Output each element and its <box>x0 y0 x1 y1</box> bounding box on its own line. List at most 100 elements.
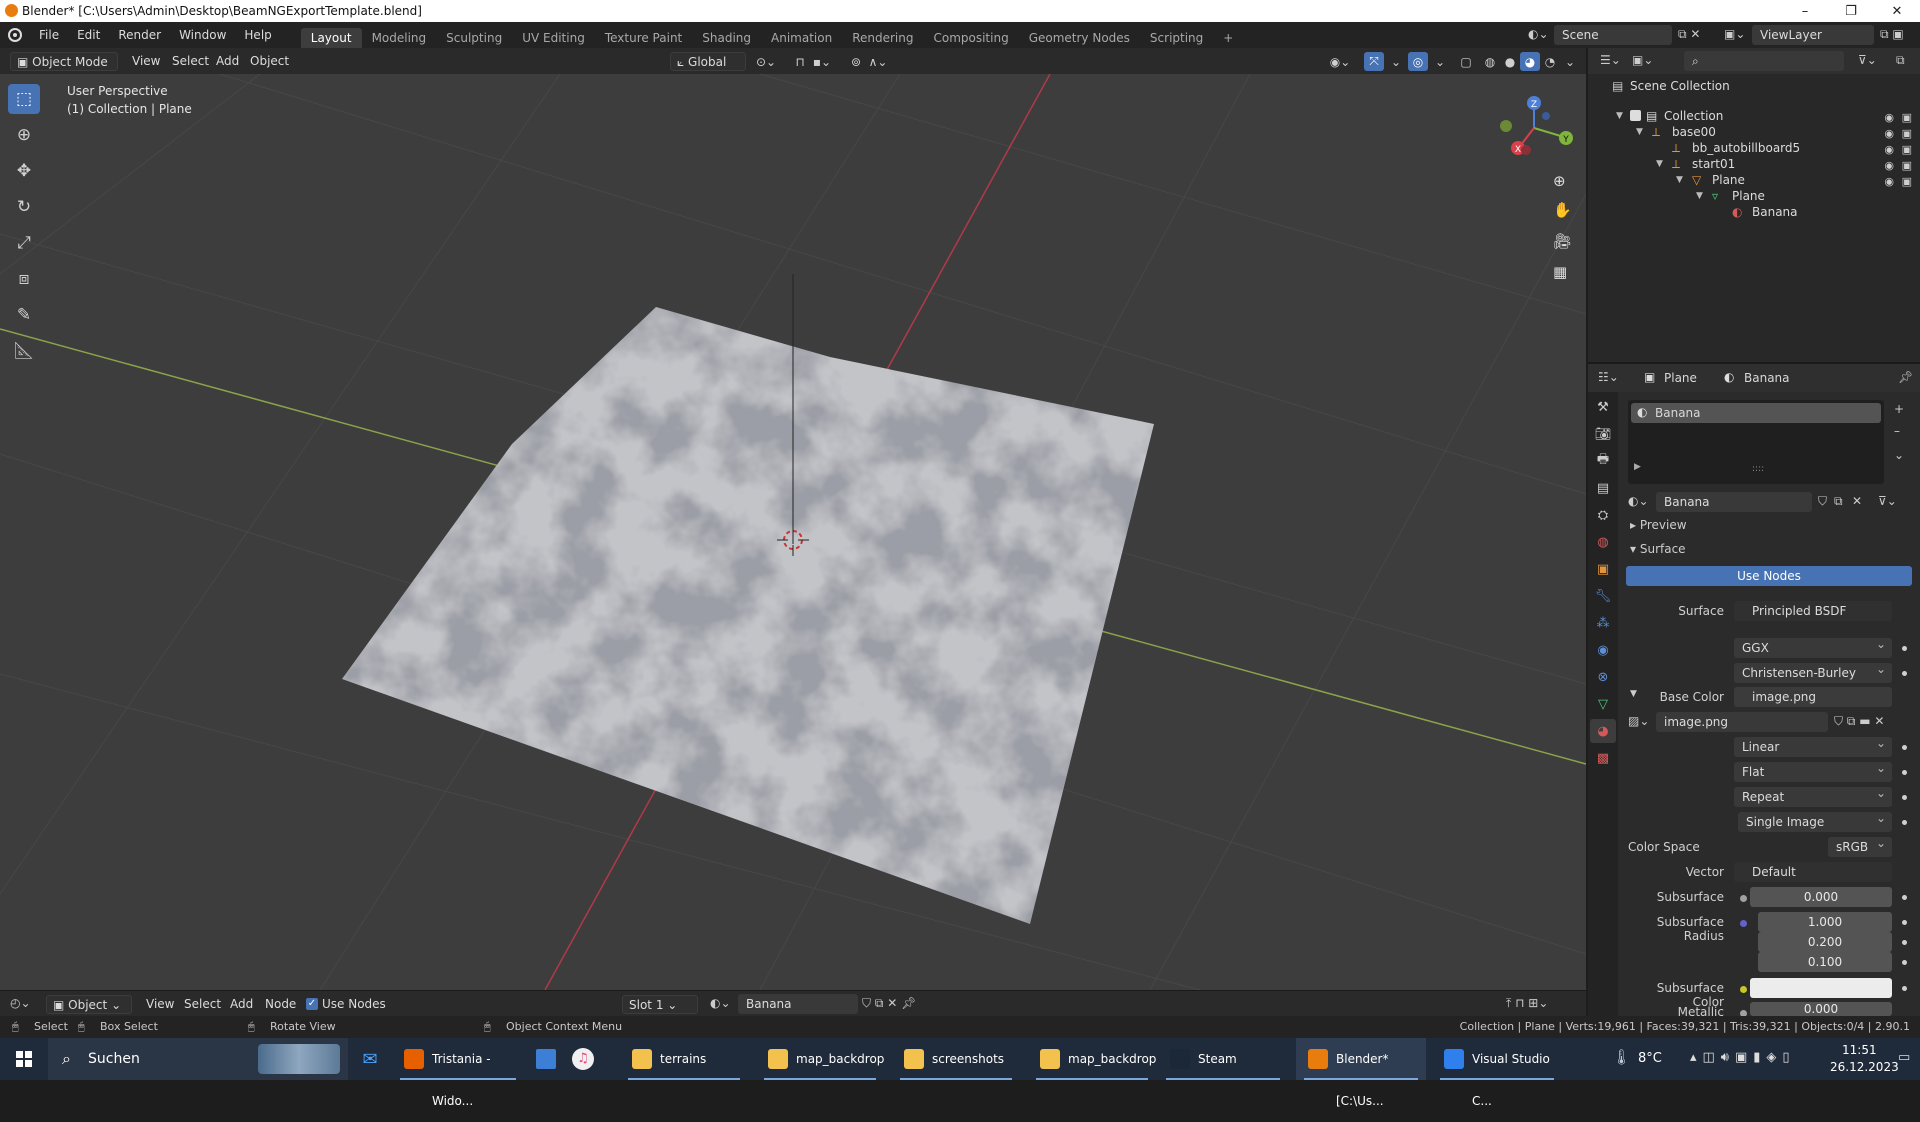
taskbar-item-2[interactable]: map_backdrop <box>756 1038 884 1080</box>
extension-dropdown[interactable]: Repeat <box>1734 783 1892 807</box>
menu-edit[interactable]: Edit <box>68 22 109 48</box>
surface-panel-toggle[interactable]: ▾ Surface <box>1630 542 1686 556</box>
tray-icons[interactable]: ▴◫🔊︎▣▮◈▯ <box>1690 1050 1796 1065</box>
material-preview-shading-icon[interactable]: ◕ <box>1520 52 1540 71</box>
image-actions-icon[interactable]: ⛉ ⧉ ▬ ✕ <box>1834 714 1884 729</box>
list-expand-icon[interactable]: ▶ <box>1634 462 1641 472</box>
viewport-menu-select[interactable]: Select <box>172 52 209 71</box>
menu-window[interactable]: Window <box>170 22 235 48</box>
preview-panel-toggle[interactable]: ▸ Preview <box>1630 518 1687 532</box>
subsurface-method-dropdown[interactable]: Christensen-Burley <box>1734 659 1892 683</box>
slot-dropdown[interactable]: Slot 1 ⌄ <box>622 995 698 1014</box>
filter-icon[interactable]: ⊽⌄ <box>1858 53 1877 67</box>
taskbar-search-box[interactable]: ⌕ Suchen <box>48 1038 348 1080</box>
duplicate-material-icon[interactable]: ⧉ <box>1834 494 1843 509</box>
display-mode-icon[interactable]: ▣⌄ <box>1632 53 1653 67</box>
minimize-button[interactable]: – <box>1782 0 1828 22</box>
notification-icon[interactable]: ▭ <box>1898 1050 1910 1065</box>
keyframe-dot[interactable] <box>1902 920 1907 925</box>
taskbar-item-1[interactable]: terrains <box>620 1038 748 1080</box>
snap-icon[interactable]: ⊓ <box>790 52 810 71</box>
image-browse-icon[interactable]: ▨⌄ <box>1628 714 1649 728</box>
tab-compositing[interactable]: Compositing <box>923 28 1018 48</box>
subsurface-value[interactable]: 0.000 <box>1750 887 1892 907</box>
scene-selector-icon[interactable]: ◐⌄ <box>1528 27 1549 41</box>
keyframe-dot[interactable] <box>1902 895 1907 900</box>
node-menu-select[interactable]: Select <box>184 995 221 1014</box>
browse-material-icon[interactable]: ◐⌄ <box>1628 494 1649 508</box>
world-tab-icon[interactable]: ◍ <box>1590 530 1616 554</box>
cursor-tool-icon[interactable]: ⊕ <box>8 120 40 150</box>
rotate-tool-icon[interactable]: ↻ <box>8 192 40 222</box>
tab-shading[interactable]: Shading <box>692 28 761 48</box>
projection-dropdown[interactable]: Flat <box>1734 758 1892 782</box>
material-slot-row[interactable]: ◐ Banana <box>1631 403 1881 423</box>
unlink-material-icon[interactable]: ✕ <box>1852 494 1862 508</box>
itunes-app-icon[interactable]: ♫ <box>572 1048 594 1070</box>
new-scene-icon[interactable]: ⧉ ✕ <box>1678 27 1700 42</box>
vector-field[interactable]: Default <box>1734 862 1892 882</box>
interpolation-dropdown[interactable]: Linear <box>1734 733 1892 757</box>
gizmo-z-label[interactable]: Z <box>1531 100 1537 110</box>
data-tab-icon[interactable]: ▽ <box>1590 692 1616 716</box>
material-tab-icon[interactable]: ◕ <box>1590 719 1616 743</box>
metallic-value[interactable]: 0.000 <box>1750 1002 1892 1016</box>
object-tab-icon[interactable]: ▣ <box>1590 557 1616 581</box>
color-space-dropdown[interactable]: sRGB <box>1828 833 1892 857</box>
proportional-edit-icon[interactable]: ⊚ <box>846 52 866 71</box>
object-mode-dropdown[interactable]: ▣ Object Mode ⌄ <box>10 52 118 88</box>
list-resize-handle[interactable]: :::: <box>1752 464 1764 474</box>
link-dropdown-icon[interactable]: ⊽⌄ <box>1878 494 1897 508</box>
base-color-link-field[interactable]: image.png <box>1734 687 1892 707</box>
new-collection-icon[interactable]: ⧉ <box>1896 53 1905 68</box>
subsurface-radius-y[interactable]: 0.200 <box>1758 932 1892 952</box>
solid-shading-icon[interactable]: ● <box>1500 52 1520 71</box>
start-button[interactable] <box>0 1038 48 1080</box>
editor-type-icon[interactable]: ☰⌄ <box>1600 53 1621 67</box>
menu-render[interactable]: Render <box>109 22 170 48</box>
mail-app-icon[interactable]: ✉ <box>348 1038 392 1080</box>
subsurface-color-swatch[interactable] <box>1750 978 1892 998</box>
measure-tool-icon[interactable]: 📐︎ <box>8 336 40 366</box>
node-menu-add[interactable]: Add <box>230 995 253 1014</box>
distribution-dropdown[interactable]: GGX <box>1734 634 1892 658</box>
image-name-field[interactable]: image.png <box>1656 712 1828 732</box>
keyframe-dot[interactable] <box>1902 986 1907 991</box>
remove-slot-button[interactable]: – <box>1894 424 1900 438</box>
menu-file[interactable]: File <box>30 22 68 48</box>
scene-tab-icon[interactable]: ⛭ <box>1590 503 1616 527</box>
keyframe-dot[interactable] <box>1902 820 1907 825</box>
view-layer-tab-icon[interactable]: ▤ <box>1590 476 1616 500</box>
shader-type-dropdown[interactable]: ▣ Object ⌄ <box>46 995 132 1014</box>
viewport-menu-object[interactable]: Object <box>250 52 289 71</box>
tab-texture-paint[interactable]: Texture Paint <box>595 28 692 48</box>
keyframe-dot[interactable] <box>1902 795 1907 800</box>
outliner-row-banana[interactable]: ◐ Banana <box>1588 202 1920 222</box>
particles-tab-icon[interactable]: ⁂ <box>1590 611 1616 635</box>
view-layer-field[interactable]: ViewLayer <box>1752 25 1874 45</box>
clock-time[interactable]: 11:51 <box>1842 1043 1877 1057</box>
node-menu-node[interactable]: Node <box>265 995 296 1014</box>
gizmo-dropdown-icon[interactable]: ⌄ <box>1386 52 1406 71</box>
select-box-tool-icon[interactable]: ⬚ <box>8 84 40 114</box>
taskbar-item-0[interactable]: Tristania - Wido... <box>392 1038 524 1108</box>
keyframe-dot[interactable] <box>1902 770 1907 775</box>
texture-tab-icon[interactable]: ▩ <box>1590 746 1616 770</box>
subsurface-radius-z[interactable]: 0.100 <box>1758 952 1892 972</box>
slot-specials-icon[interactable]: ⌄ <box>1894 448 1904 462</box>
physics-tab-icon[interactable]: ◉ <box>1590 638 1616 662</box>
tab-animation[interactable]: Animation <box>761 28 842 48</box>
add-slot-button[interactable]: + <box>1894 402 1904 416</box>
tab-layout[interactable]: Layout <box>300 28 362 48</box>
pivot-point-icon[interactable]: ⊙⌄ <box>756 52 776 71</box>
viewport-menu-add[interactable]: Add <box>216 52 239 71</box>
editor-type-icon[interactable]: ◴⌄ <box>10 996 31 1010</box>
render-tab-icon[interactable]: 📷︎ <box>1590 422 1616 446</box>
tab-modeling[interactable]: Modeling <box>362 28 437 48</box>
tab-geometry-nodes[interactable]: Geometry Nodes <box>1019 28 1140 48</box>
surface-shader-field[interactable]: Principled BSDF <box>1734 601 1892 621</box>
camera-view-icon[interactable]: 🎥︎ <box>1553 232 1572 250</box>
terrain-plane[interactable] <box>342 307 1154 924</box>
xray-toggle-icon[interactable]: ▢ <box>1456 52 1476 71</box>
shading-dropdown-icon[interactable]: ⌄ <box>1560 52 1580 71</box>
